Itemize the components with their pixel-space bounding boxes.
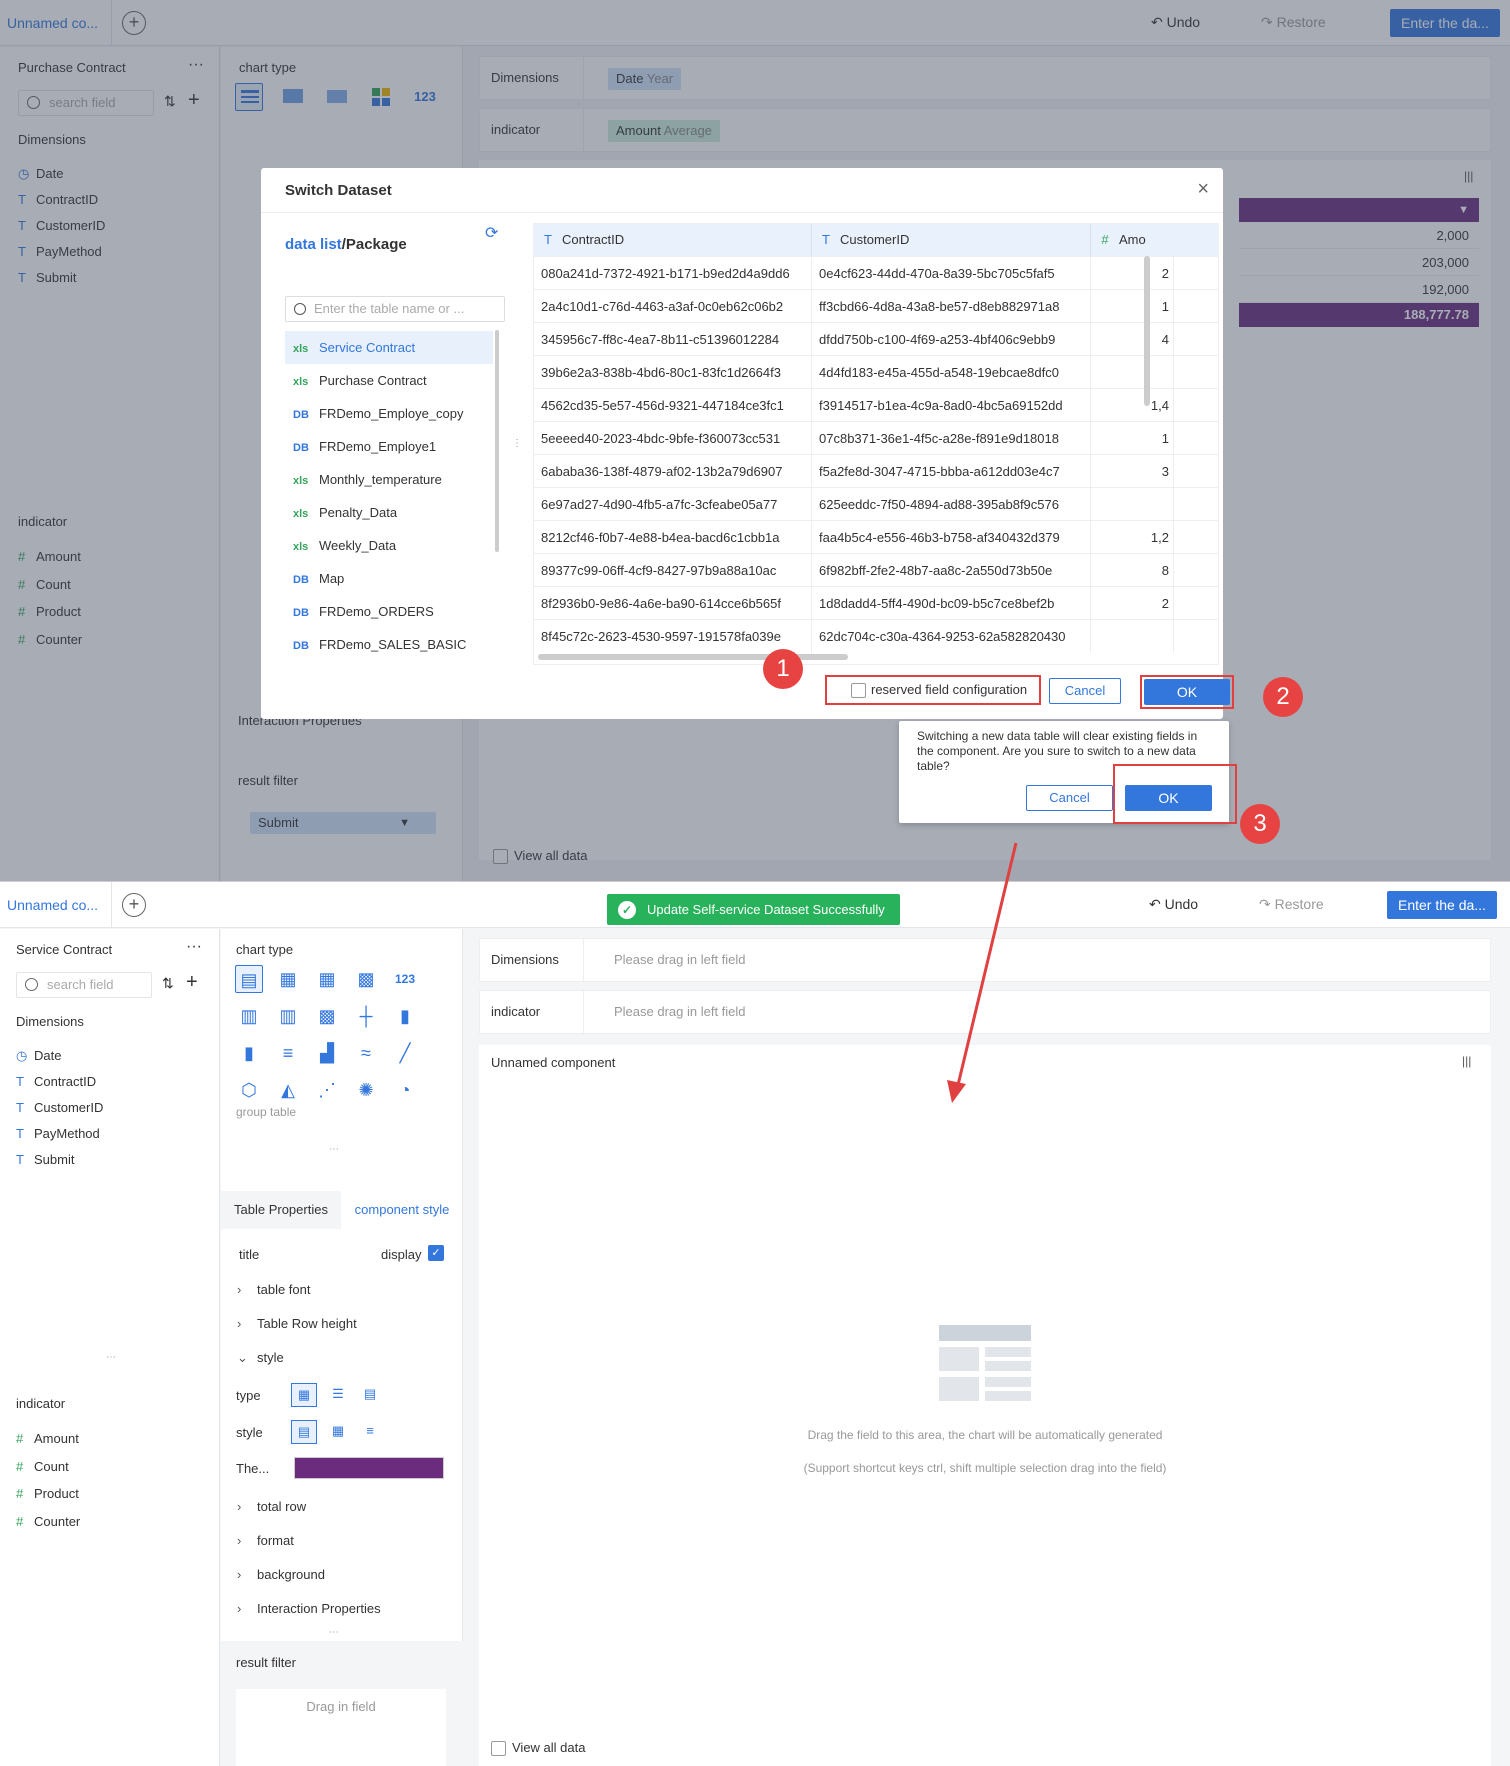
annotation-arrow	[947, 842, 1018, 1103]
